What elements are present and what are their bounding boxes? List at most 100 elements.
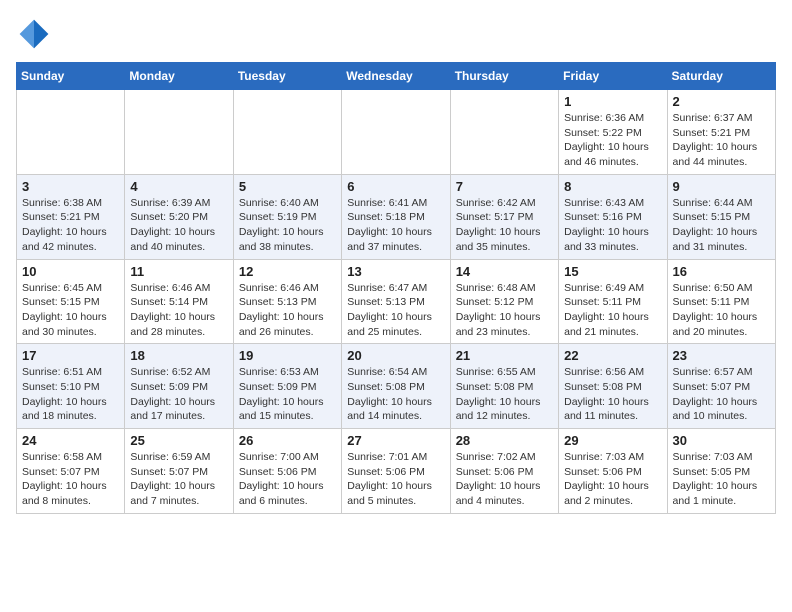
weekday-header: Wednesday (342, 63, 450, 90)
calendar-cell: 11Sunrise: 6:46 AM Sunset: 5:14 PM Dayli… (125, 259, 233, 344)
day-number: 25 (130, 433, 227, 448)
calendar-cell: 30 Sunrise: 7:03 AM Sunset: 5:05 PM Dayli… (667, 429, 775, 514)
day-number: 2 (673, 94, 770, 109)
calendar-week-row: 10 Sunrise: 6:45 AM Sunset: 5:15 PM Dayli… (17, 259, 776, 344)
day-info: Sunrise: 6:58 AM Sunset: 5:07 PM Dayligh… (22, 450, 119, 509)
day-info: Sunrise: 6:44 AM Sunset: 5:15 PM Dayligh… (673, 196, 770, 255)
page-header (16, 16, 776, 52)
day-number: 21 (456, 348, 553, 363)
calendar-cell: 19 Sunrise: 6:53 AM Sunset: 5:09 PM Dayli… (233, 344, 341, 429)
calendar-cell: 6 Sunrise: 6:41 AM Sunset: 5:18 PM Daylig… (342, 174, 450, 259)
day-info: Sunrise: 6:37 AM Sunset: 5:21 PM Dayligh… (673, 111, 770, 170)
calendar-week-row: 24 Sunrise: 6:58 AM Sunset: 5:07 PM Dayli… (17, 429, 776, 514)
calendar-cell: 16 Sunrise: 6:50 AM Sunset: 5:11 PM Dayli… (667, 259, 775, 344)
calendar-cell: 28 Sunrise: 7:02 AM Sunset: 5:06 PM Dayli… (450, 429, 558, 514)
calendar-week-row: 1 Sunrise: 6:36 AM Sunset: 5:22 PM Daylig… (17, 90, 776, 175)
calendar-cell: 3 Sunrise: 6:38 AM Sunset: 5:21 PM Daylig… (17, 174, 125, 259)
calendar-cell: 24 Sunrise: 6:58 AM Sunset: 5:07 PM Dayli… (17, 429, 125, 514)
day-number: 19 (239, 348, 336, 363)
calendar-cell: 12 Sunrise: 6:46 AM Sunset: 5:13 PM Dayli… (233, 259, 341, 344)
calendar-cell: 23 Sunrise: 6:57 AM Sunset: 5:07 PM Dayli… (667, 344, 775, 429)
calendar-cell: 15 Sunrise: 6:49 AM Sunset: 5:11 PM Dayli… (559, 259, 667, 344)
day-info: Sunrise: 6:36 AM Sunset: 5:22 PM Dayligh… (564, 111, 661, 170)
calendar-cell (450, 90, 558, 175)
calendar-cell: 26 Sunrise: 7:00 AM Sunset: 5:06 PM Dayli… (233, 429, 341, 514)
day-number: 27 (347, 433, 444, 448)
day-info: Sunrise: 6:46 AM Sunset: 5:13 PM Dayligh… (239, 281, 336, 340)
day-info: Sunrise: 7:03 AM Sunset: 5:05 PM Dayligh… (673, 450, 770, 509)
day-number: 3 (22, 179, 119, 194)
calendar-week-row: 3 Sunrise: 6:38 AM Sunset: 5:21 PM Daylig… (17, 174, 776, 259)
calendar-cell: 20Sunrise: 6:54 AM Sunset: 5:08 PM Dayli… (342, 344, 450, 429)
day-number: 26 (239, 433, 336, 448)
calendar-cell: 10 Sunrise: 6:45 AM Sunset: 5:15 PM Dayli… (17, 259, 125, 344)
day-number: 9 (673, 179, 770, 194)
day-info: Sunrise: 6:50 AM Sunset: 5:11 PM Dayligh… (673, 281, 770, 340)
day-info: Sunrise: 6:49 AM Sunset: 5:11 PM Dayligh… (564, 281, 661, 340)
weekday-header: Thursday (450, 63, 558, 90)
calendar-cell (233, 90, 341, 175)
calendar-cell: 1 Sunrise: 6:36 AM Sunset: 5:22 PM Daylig… (559, 90, 667, 175)
day-number: 16 (673, 264, 770, 279)
calendar-cell (125, 90, 233, 175)
calendar-week-row: 17 Sunrise: 6:51 AM Sunset: 5:10 PM Dayli… (17, 344, 776, 429)
day-number: 6 (347, 179, 444, 194)
day-number: 11 (130, 264, 227, 279)
weekday-header: Saturday (667, 63, 775, 90)
day-info: Sunrise: 6:57 AM Sunset: 5:07 PM Dayligh… (673, 365, 770, 424)
weekday-header: Sunday (17, 63, 125, 90)
calendar-cell: 7 Sunrise: 6:42 AM Sunset: 5:17 PM Daylig… (450, 174, 558, 259)
day-info: Sunrise: 6:39 AM Sunset: 5:20 PM Dayligh… (130, 196, 227, 255)
day-number: 15 (564, 264, 661, 279)
day-number: 22 (564, 348, 661, 363)
calendar-cell: 14 Sunrise: 6:48 AM Sunset: 5:12 PM Dayli… (450, 259, 558, 344)
day-number: 23 (673, 348, 770, 363)
day-number: 14 (456, 264, 553, 279)
calendar-cell: 27 Sunrise: 7:01 AM Sunset: 5:06 PM Dayli… (342, 429, 450, 514)
day-number: 28 (456, 433, 553, 448)
day-number: 10 (22, 264, 119, 279)
day-info: Sunrise: 7:03 AM Sunset: 5:06 PM Dayligh… (564, 450, 661, 509)
calendar-cell: 2 Sunrise: 6:37 AM Sunset: 5:21 PM Daylig… (667, 90, 775, 175)
calendar-cell: 9 Sunrise: 6:44 AM Sunset: 5:15 PM Daylig… (667, 174, 775, 259)
day-number: 4 (130, 179, 227, 194)
calendar-cell: 25 Sunrise: 6:59 AM Sunset: 5:07 PM Dayli… (125, 429, 233, 514)
day-number: 24 (22, 433, 119, 448)
day-info: Sunrise: 6:47 AM Sunset: 5:13 PM Dayligh… (347, 281, 444, 340)
logo (16, 16, 56, 52)
day-number: 17 (22, 348, 119, 363)
calendar-cell: 18Sunrise: 6:52 AM Sunset: 5:09 PM Dayli… (125, 344, 233, 429)
calendar-table: SundayMondayTuesdayWednesdayThursdayFrid… (16, 62, 776, 514)
calendar-cell: 8 Sunrise: 6:43 AM Sunset: 5:16 PM Daylig… (559, 174, 667, 259)
calendar-cell: 22 Sunrise: 6:56 AM Sunset: 5:08 PM Dayli… (559, 344, 667, 429)
day-number: 18 (130, 348, 227, 363)
calendar-cell: 21 Sunrise: 6:55 AM Sunset: 5:08 PM Dayli… (450, 344, 558, 429)
day-number: 30 (673, 433, 770, 448)
day-info: Sunrise: 6:41 AM Sunset: 5:18 PM Dayligh… (347, 196, 444, 255)
calendar-cell (342, 90, 450, 175)
day-info: Sunrise: 6:43 AM Sunset: 5:16 PM Dayligh… (564, 196, 661, 255)
day-info: Sunrise: 6:48 AM Sunset: 5:12 PM Dayligh… (456, 281, 553, 340)
day-info: Sunrise: 6:51 AM Sunset: 5:10 PM Dayligh… (22, 365, 119, 424)
day-number: 8 (564, 179, 661, 194)
calendar-cell: 4 Sunrise: 6:39 AM Sunset: 5:20 PM Daylig… (125, 174, 233, 259)
day-number: 1 (564, 94, 661, 109)
day-info: Sunrise: 6:45 AM Sunset: 5:15 PM Dayligh… (22, 281, 119, 340)
calendar-cell (17, 90, 125, 175)
day-info: Sunrise: 6:56 AM Sunset: 5:08 PM Dayligh… (564, 365, 661, 424)
day-info: Sunrise: 7:01 AM Sunset: 5:06 PM Dayligh… (347, 450, 444, 509)
day-info: Sunrise: 6:53 AM Sunset: 5:09 PM Dayligh… (239, 365, 336, 424)
weekday-header: Friday (559, 63, 667, 90)
calendar-cell: 17 Sunrise: 6:51 AM Sunset: 5:10 PM Dayli… (17, 344, 125, 429)
day-number: 7 (456, 179, 553, 194)
day-info: Sunrise: 7:00 AM Sunset: 5:06 PM Dayligh… (239, 450, 336, 509)
day-number: 29 (564, 433, 661, 448)
weekday-header-row: SundayMondayTuesdayWednesdayThursdayFrid… (17, 63, 776, 90)
day-info: Sunrise: 6:55 AM Sunset: 5:08 PM Dayligh… (456, 365, 553, 424)
day-info: Sunrise: 6:59 AM Sunset: 5:07 PM Dayligh… (130, 450, 227, 509)
day-info: Sunrise: 6:38 AM Sunset: 5:21 PM Dayligh… (22, 196, 119, 255)
day-info: Sunrise: 6:42 AM Sunset: 5:17 PM Dayligh… (456, 196, 553, 255)
day-info: Sunrise: 7:02 AM Sunset: 5:06 PM Dayligh… (456, 450, 553, 509)
day-number: 12 (239, 264, 336, 279)
day-number: 5 (239, 179, 336, 194)
